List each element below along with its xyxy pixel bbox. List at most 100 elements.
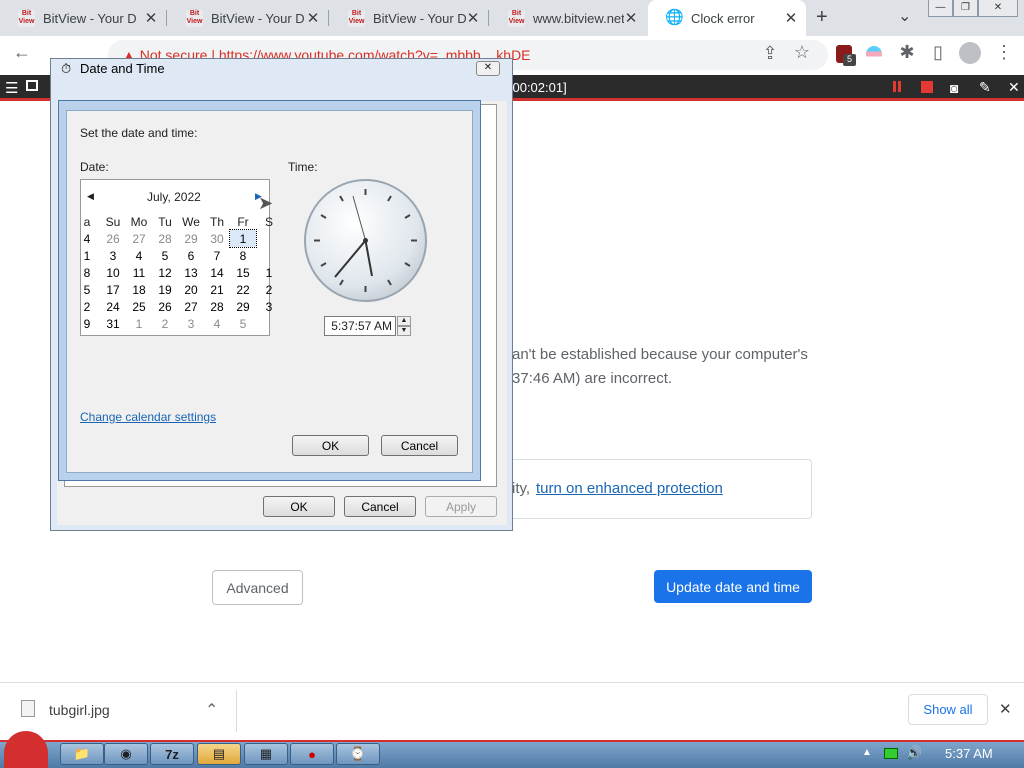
- change-calendar-settings-link[interactable]: Change calendar settings: [80, 410, 216, 424]
- recorder-window-icon[interactable]: [26, 80, 38, 91]
- tab-1[interactable]: Bit View BitView - Your D ✕: [0, 0, 166, 36]
- calendar-day[interactable]: 12: [152, 264, 178, 281]
- time-input[interactable]: 5:37:57 AM: [324, 316, 396, 336]
- calendar-day[interactable]: 27: [178, 298, 204, 315]
- calendar-day[interactable]: 31: [100, 315, 126, 332]
- calendar-day[interactable]: 3: [256, 298, 282, 315]
- calendar-month[interactable]: July, 2022: [147, 190, 201, 204]
- calendar-day[interactable]: 27: [126, 230, 152, 247]
- apply-button[interactable]: Apply: [425, 496, 497, 517]
- tab-4[interactable]: Bit View www.bitview.net ✕: [490, 0, 646, 36]
- calendar-day[interactable]: 22: [230, 281, 256, 298]
- calendar-day[interactable]: 2: [256, 281, 282, 298]
- outer-ok-button[interactable]: OK: [263, 496, 335, 517]
- shelf-close-icon[interactable]: ✕: [999, 700, 1012, 718]
- restore-button[interactable]: ❐: [953, 0, 978, 17]
- calendar-day[interactable]: 4: [126, 247, 152, 264]
- tab-close-icon[interactable]: ✕: [466, 9, 480, 27]
- calendar-day[interactable]: 5: [230, 315, 256, 332]
- camera-icon[interactable]: ◙: [950, 80, 958, 96]
- calendar-day[interactable]: 28: [204, 298, 230, 315]
- tab-close-icon[interactable]: ✕: [144, 9, 158, 27]
- enhanced-protection-link[interactable]: turn on enhanced protection: [536, 480, 723, 497]
- tray-network-icon[interactable]: [884, 748, 898, 759]
- taskbar-datetime-icon[interactable]: ⌚: [336, 743, 380, 765]
- pause-icon[interactable]: [893, 81, 896, 92]
- tray-show-hidden-icon[interactable]: ▲: [862, 747, 872, 758]
- window-close-button[interactable]: ✕: [978, 0, 1018, 17]
- calendar-day[interactable]: 29: [178, 230, 204, 247]
- calendar-day[interactable]: 17: [100, 281, 126, 298]
- calendar-day[interactable]: 26: [100, 230, 126, 247]
- show-all-button[interactable]: Show all: [908, 694, 988, 725]
- calendar-day[interactable]: 18: [126, 281, 152, 298]
- flag-extension-icon[interactable]: [866, 46, 882, 62]
- calendar-day[interactable]: 14: [204, 264, 230, 281]
- dialog-close-button[interactable]: ✕: [476, 61, 500, 76]
- tab-3[interactable]: Bit View BitView - Your D ✕: [330, 0, 488, 36]
- tab-search-button[interactable]: ⌄: [898, 6, 911, 26]
- taskbar-clock[interactable]: 5:37 AM: [945, 746, 993, 761]
- calendar-day-selected[interactable]: 1: [229, 229, 257, 248]
- tab-close-icon[interactable]: ✕: [624, 9, 638, 27]
- calendar-day[interactable]: 1: [126, 315, 152, 332]
- download-options-chevron-icon[interactable]: ⌃: [205, 700, 218, 720]
- share-icon[interactable]: ⇪: [758, 43, 782, 64]
- taskbar-chrome-icon[interactable]: ◉: [104, 743, 148, 765]
- calendar-day[interactable]: 21: [204, 281, 230, 298]
- calendar-day[interactable]: 6: [178, 247, 204, 264]
- calendar-day[interactable]: 2: [152, 315, 178, 332]
- tab-2[interactable]: Bit View BitView - Your D ✕: [168, 0, 328, 36]
- calendar-day[interactable]: [256, 247, 282, 264]
- calendar-day[interactable]: 20: [178, 281, 204, 298]
- calendar-day[interactable]: 24: [100, 298, 126, 315]
- inner-cancel-button[interactable]: Cancel: [381, 435, 458, 456]
- bookmark-star-icon[interactable]: ☆: [790, 42, 814, 63]
- taskbar-folder-icon[interactable]: ▤: [197, 743, 241, 765]
- browser-menu-icon[interactable]: ⋮: [992, 42, 1016, 63]
- time-up-icon[interactable]: ▲: [397, 316, 411, 326]
- calendar-day[interactable]: 26: [152, 298, 178, 315]
- calendar-day[interactable]: 30: [204, 230, 230, 247]
- calendar-day[interactable]: [256, 315, 282, 332]
- tab-close-icon[interactable]: ✕: [784, 9, 798, 27]
- calendar-day[interactable]: 11: [126, 264, 152, 281]
- calendar-day[interactable]: 7: [204, 247, 230, 264]
- new-tab-button[interactable]: +: [816, 6, 828, 29]
- calendar-day[interactable]: 8: [230, 247, 256, 264]
- advanced-button[interactable]: Advanced: [212, 570, 303, 605]
- extensions-puzzle-icon[interactable]: ✱: [895, 42, 919, 63]
- tab-5-active[interactable]: 🌐 Clock error ✕: [648, 0, 806, 36]
- inner-ok-button[interactable]: OK: [292, 435, 369, 456]
- taskbar-recorder-icon[interactable]: ●: [290, 743, 334, 765]
- calendar-day[interactable]: 13: [178, 264, 204, 281]
- calendar-day[interactable]: 3: [100, 247, 126, 264]
- calendar-day[interactable]: 10: [100, 264, 126, 281]
- prev-month-icon[interactable]: ◀: [87, 191, 94, 202]
- tray-volume-icon[interactable]: 🔊: [906, 745, 922, 761]
- tab-close-icon[interactable]: ✕: [306, 9, 320, 27]
- taskbar-notepad-icon[interactable]: ▦: [244, 743, 288, 765]
- calendar-day[interactable]: 19: [152, 281, 178, 298]
- outer-cancel-button[interactable]: Cancel: [344, 496, 416, 517]
- taskbar-explorer-icon[interactable]: 📁: [60, 743, 104, 765]
- start-button-angry-bird-icon[interactable]: [4, 731, 48, 768]
- pen-icon[interactable]: ✎: [979, 79, 991, 96]
- taskbar-7zip-icon[interactable]: 7z: [150, 743, 194, 765]
- profile-avatar[interactable]: [959, 42, 981, 64]
- calendar-day[interactable]: 4: [204, 315, 230, 332]
- calendar-day[interactable]: 5: [152, 247, 178, 264]
- recorder-menu-icon[interactable]: ☰: [5, 79, 18, 97]
- recorder-close-icon[interactable]: ✕: [1008, 79, 1020, 96]
- back-button[interactable]: ←: [10, 42, 34, 63]
- side-panel-icon[interactable]: ▯: [926, 42, 950, 63]
- stop-icon[interactable]: [921, 81, 933, 93]
- calendar-day[interactable]: 3: [178, 315, 204, 332]
- minimize-button[interactable]: —: [928, 0, 953, 17]
- download-filename[interactable]: tubgirl.jpg: [49, 702, 110, 718]
- update-date-time-button[interactable]: Update date and time: [654, 570, 812, 603]
- calendar-day[interactable]: 25: [126, 298, 152, 315]
- time-down-icon[interactable]: ▼: [397, 326, 411, 336]
- calendar-day[interactable]: 15: [230, 264, 256, 281]
- calendar-day[interactable]: [256, 230, 282, 247]
